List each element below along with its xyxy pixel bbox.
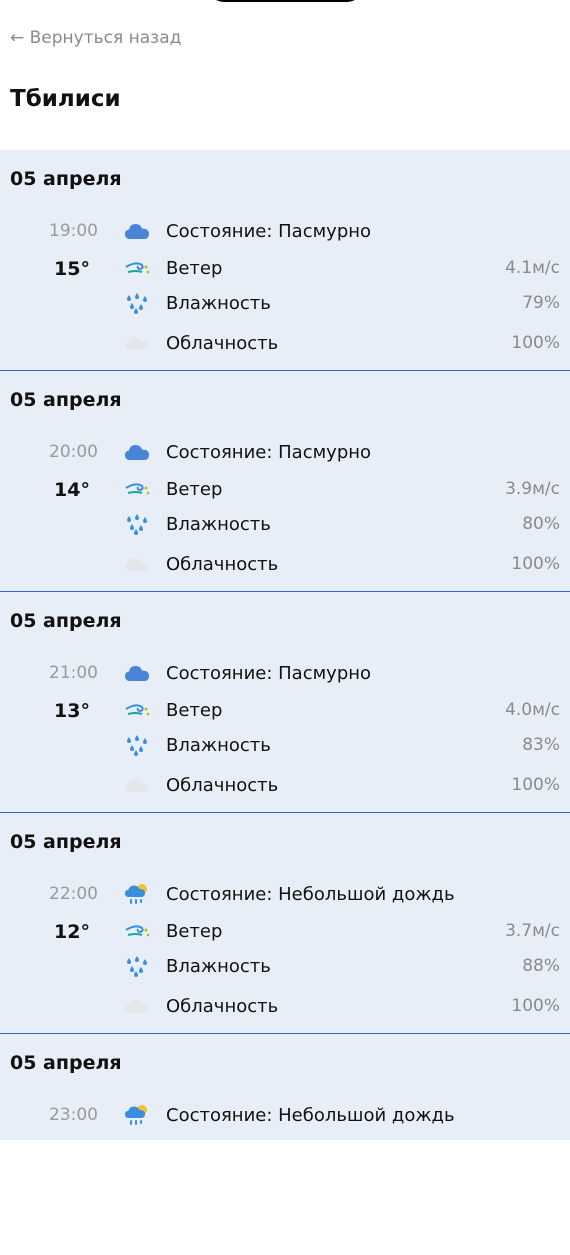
state-label: Состояние: Небольшой дождь xyxy=(166,883,455,905)
cloudiness-row: Облачность 100% xyxy=(124,770,560,800)
wind-icon xyxy=(124,919,154,943)
cloudiness-row: Облачность 100% xyxy=(124,549,560,579)
wind-label: Ветер xyxy=(166,699,223,721)
forecast-item: 05 апреля 20:00 14° Состояние: Пасмурно … xyxy=(0,371,570,592)
humidity-value: 80% xyxy=(522,514,560,534)
forecast-temperature: 12° xyxy=(54,921,90,943)
cloudiness-label: Облачность xyxy=(166,553,279,575)
forecast-date: 05 апреля xyxy=(10,610,122,632)
humidity-drops-icon xyxy=(124,733,154,757)
light-rain-icon xyxy=(124,1103,154,1127)
forecast-temperature: 15° xyxy=(54,258,90,280)
forecast-time: 19:00 xyxy=(49,221,98,241)
forecast-date: 05 апреля xyxy=(10,168,122,190)
state-row: Состояние: Пасмурно xyxy=(124,216,560,246)
wind-row: Ветер 3.7м/с xyxy=(124,916,560,946)
light-rain-icon xyxy=(124,882,154,906)
cloudiness-row: Облачность 100% xyxy=(124,991,560,1021)
humidity-value: 79% xyxy=(522,293,560,313)
forecast-date: 05 апреля xyxy=(10,389,122,411)
humidity-row: Влажность 83% xyxy=(124,730,560,760)
forecast-time: 21:00 xyxy=(49,663,98,683)
cloudiness-value: 100% xyxy=(511,333,560,353)
cloudiness-value: 100% xyxy=(511,554,560,574)
cloudiness-row: Облачность 100% xyxy=(124,328,560,358)
state-label: Состояние: Небольшой дождь xyxy=(166,1104,455,1126)
forecast-item: 05 апреля 23:00 Состояние: Небольшой дож… xyxy=(0,1034,570,1255)
wind-row: Ветер 3.9м/с xyxy=(124,474,560,504)
forecast-time: 23:00 xyxy=(49,1105,98,1125)
cloudiness-icon xyxy=(124,773,154,797)
humidity-row: Влажность 80% xyxy=(124,509,560,539)
wind-row: Ветер 4.0м/с xyxy=(124,695,560,725)
wind-label: Ветер xyxy=(166,920,223,942)
forecast-list: 05 апреля 19:00 15° Состояние: Пасмурно … xyxy=(0,150,570,1140)
wind-icon xyxy=(124,698,154,722)
cloudiness-value: 100% xyxy=(511,996,560,1016)
forecast-temperature: 13° xyxy=(54,700,90,722)
state-row: Состояние: Небольшой дождь xyxy=(124,879,560,909)
cloudiness-icon xyxy=(124,552,154,576)
humidity-drops-icon xyxy=(124,954,154,978)
state-row: Состояние: Небольшой дождь xyxy=(124,1100,560,1130)
humidity-value: 88% xyxy=(522,956,560,976)
humidity-row: Влажность 79% xyxy=(124,288,560,318)
cloudiness-label: Облачность xyxy=(166,332,279,354)
humidity-label: Влажность xyxy=(166,955,271,977)
wind-value: 3.7м/с xyxy=(505,921,560,941)
forecast-temperature: 14° xyxy=(54,479,90,501)
page-title: Тбилиси xyxy=(10,86,121,112)
humidity-row: Влажность 88% xyxy=(124,951,560,981)
state-row: Состояние: Пасмурно xyxy=(124,658,560,688)
humidity-label: Влажность xyxy=(166,292,271,314)
forecast-item: 05 апреля 22:00 12° Состояние: Небольшой… xyxy=(0,813,570,1034)
humidity-drops-icon xyxy=(124,291,154,315)
forecast-time: 22:00 xyxy=(49,884,98,904)
humidity-label: Влажность xyxy=(166,513,271,535)
wind-value: 4.0м/с xyxy=(505,700,560,720)
wind-icon xyxy=(124,477,154,501)
cloudiness-value: 100% xyxy=(511,775,560,795)
wind-row: Ветер 4.1м/с xyxy=(124,253,560,283)
humidity-drops-icon xyxy=(124,512,154,536)
state-label: Состояние: Пасмурно xyxy=(166,220,372,242)
forecast-item: 05 апреля 21:00 13° Состояние: Пасмурно … xyxy=(0,592,570,813)
cloud-icon xyxy=(124,219,154,243)
state-label: Состояние: Пасмурно xyxy=(166,441,372,463)
forecast-item: 05 апреля 19:00 15° Состояние: Пасмурно … xyxy=(0,150,570,371)
cloud-icon xyxy=(124,661,154,685)
humidity-label: Влажность xyxy=(166,734,271,756)
cloudiness-label: Облачность xyxy=(166,995,279,1017)
forecast-time: 20:00 xyxy=(49,442,98,462)
forecast-date: 05 апреля xyxy=(10,1052,122,1074)
wind-label: Ветер xyxy=(166,478,223,500)
wind-value: 4.1м/с xyxy=(505,258,560,278)
cloudiness-icon xyxy=(124,994,154,1018)
state-row: Состояние: Пасмурно xyxy=(124,437,560,467)
forecast-date: 05 апреля xyxy=(10,831,122,853)
wind-label: Ветер xyxy=(166,257,223,279)
wind-icon xyxy=(124,256,154,280)
device-notch xyxy=(208,0,363,2)
back-link[interactable]: ← Вернуться назад xyxy=(10,28,181,48)
wind-value: 3.9м/с xyxy=(505,479,560,499)
humidity-value: 83% xyxy=(522,735,560,755)
cloudiness-label: Облачность xyxy=(166,774,279,796)
cloudiness-icon xyxy=(124,331,154,355)
cloud-icon xyxy=(124,440,154,464)
state-label: Состояние: Пасмурно xyxy=(166,662,372,684)
